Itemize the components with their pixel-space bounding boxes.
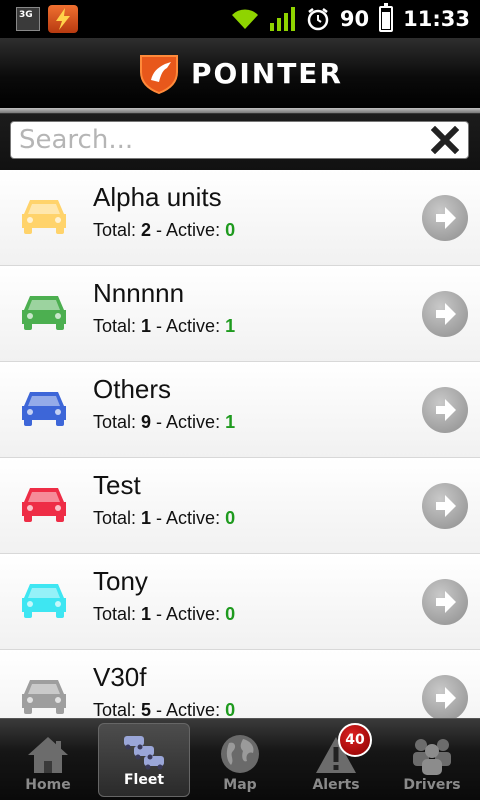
- tab-alerts[interactable]: Alerts 40: [288, 719, 384, 800]
- total-label: Total:: [93, 700, 142, 718]
- home-icon: [28, 737, 68, 773]
- total-label: Total:: [93, 604, 142, 624]
- fleet-group-row[interactable]: Alpha units Total: 2 - Active: 0: [0, 170, 480, 266]
- car-icon: [22, 200, 66, 234]
- car-icon: [22, 296, 66, 330]
- active-label: - Active:: [151, 604, 226, 624]
- fleet-group-row[interactable]: V30f Total: 5 - Active: 0: [0, 650, 480, 718]
- tab-home[interactable]: Home: [0, 719, 96, 800]
- fleet-group-row[interactable]: Nnnnnn Total: 1 - Active: 1: [0, 266, 480, 362]
- globe-icon: [221, 735, 259, 773]
- search-box: [10, 121, 469, 159]
- total-count: 5: [141, 700, 152, 718]
- fleet-group-row[interactable]: Tony Total: 1 - Active: 0: [0, 554, 480, 650]
- clock: 11:33: [403, 7, 470, 31]
- close-icon: [431, 126, 459, 154]
- tab-fleet-label: Fleet: [123, 772, 165, 788]
- bottom-tab-bar: Home Fleet Map Alerts 40 Drivers: [0, 718, 480, 800]
- group-name: Alpha units: [93, 182, 222, 212]
- active-count: 1: [225, 316, 236, 336]
- tab-map[interactable]: Map: [192, 719, 288, 800]
- active-count: 1: [225, 412, 236, 432]
- arrow-right-icon: [436, 591, 456, 613]
- search-bar: [0, 108, 480, 170]
- total-count: 1: [141, 604, 152, 624]
- active-label: - Active:: [151, 316, 226, 336]
- network-badge: 3G: [19, 10, 33, 20]
- group-name: Nnnnnn: [93, 278, 185, 308]
- group-name: Others: [93, 374, 172, 404]
- arrow-right-icon: [436, 399, 456, 421]
- fleet-icon: [124, 736, 164, 770]
- battery-icon: [379, 3, 394, 32]
- tab-alerts-label: Alerts: [312, 777, 360, 793]
- pointer-logo-icon: [140, 55, 179, 94]
- network-3g-icon: 3G: [16, 7, 40, 31]
- car-icon: [22, 488, 66, 522]
- group-name: Tony: [93, 566, 148, 596]
- total-label: Total:: [93, 412, 142, 432]
- group-name: Test: [93, 470, 141, 500]
- fleet-group-row[interactable]: Others Total: 9 - Active: 1: [0, 362, 480, 458]
- group-stats: Total: 5 - Active: 0: [93, 700, 235, 718]
- active-count: 0: [225, 220, 236, 240]
- alarm-icon: [307, 8, 329, 31]
- total-label: Total:: [93, 508, 142, 528]
- car-icon: [22, 584, 66, 618]
- car-icon: [22, 680, 66, 714]
- group-stats: Total: 1 - Active: 0: [93, 508, 235, 529]
- car-icon: [22, 392, 66, 426]
- group-stats: Total: 1 - Active: 1: [93, 316, 235, 337]
- active-count: 0: [225, 604, 236, 624]
- group-stats: Total: 1 - Active: 0: [93, 604, 235, 625]
- drivers-icon: [413, 739, 451, 775]
- brand-name: POINTER: [191, 56, 343, 90]
- group-name: V30f: [93, 662, 147, 692]
- fleet-group-list: Alpha units Total: 2 - Active: 0 Nnnnnn …: [0, 170, 480, 718]
- total-label: Total:: [93, 316, 142, 336]
- arrow-right-icon: [436, 687, 456, 709]
- arrow-right-icon: [436, 495, 456, 517]
- arrow-right-icon: [436, 207, 456, 229]
- active-label: - Active:: [151, 412, 226, 432]
- open-group-button[interactable]: [422, 387, 468, 433]
- group-stats: Total: 2 - Active: 0: [93, 220, 235, 241]
- active-count: 0: [225, 508, 236, 528]
- open-group-button[interactable]: [422, 483, 468, 529]
- battery-level: 90: [339, 7, 370, 31]
- signal-icon: [269, 7, 295, 31]
- tab-drivers-label: Drivers: [403, 777, 461, 793]
- tab-fleet[interactable]: Fleet: [98, 723, 190, 797]
- tab-home-label: Home: [25, 777, 71, 793]
- active-label: - Active:: [151, 508, 226, 528]
- clear-search-button[interactable]: [430, 125, 460, 155]
- status-bar: 3G 90 11:33: [0, 0, 480, 38]
- active-label: - Active:: [151, 220, 226, 240]
- total-label: Total:: [93, 220, 142, 240]
- total-count: 1: [141, 316, 152, 336]
- total-count: 9: [141, 412, 152, 432]
- total-count: 2: [141, 220, 152, 240]
- tab-map-label: Map: [223, 777, 257, 793]
- open-group-button[interactable]: [422, 195, 468, 241]
- open-group-button[interactable]: [422, 579, 468, 625]
- active-count: 0: [225, 700, 236, 718]
- flash-app-icon: [48, 5, 78, 33]
- search-input[interactable]: [19, 125, 430, 155]
- active-label: - Active:: [151, 700, 226, 718]
- wifi-icon: [231, 9, 258, 29]
- open-group-button[interactable]: [422, 291, 468, 337]
- group-stats: Total: 9 - Active: 1: [93, 412, 235, 433]
- total-count: 1: [141, 508, 152, 528]
- tab-drivers[interactable]: Drivers: [384, 719, 480, 800]
- app-header: POINTER: [0, 38, 480, 108]
- alerts-count-badge: 40: [338, 723, 372, 757]
- open-group-button[interactable]: [422, 675, 468, 718]
- fleet-group-row[interactable]: Test Total: 1 - Active: 0: [0, 458, 480, 554]
- arrow-right-icon: [436, 303, 456, 325]
